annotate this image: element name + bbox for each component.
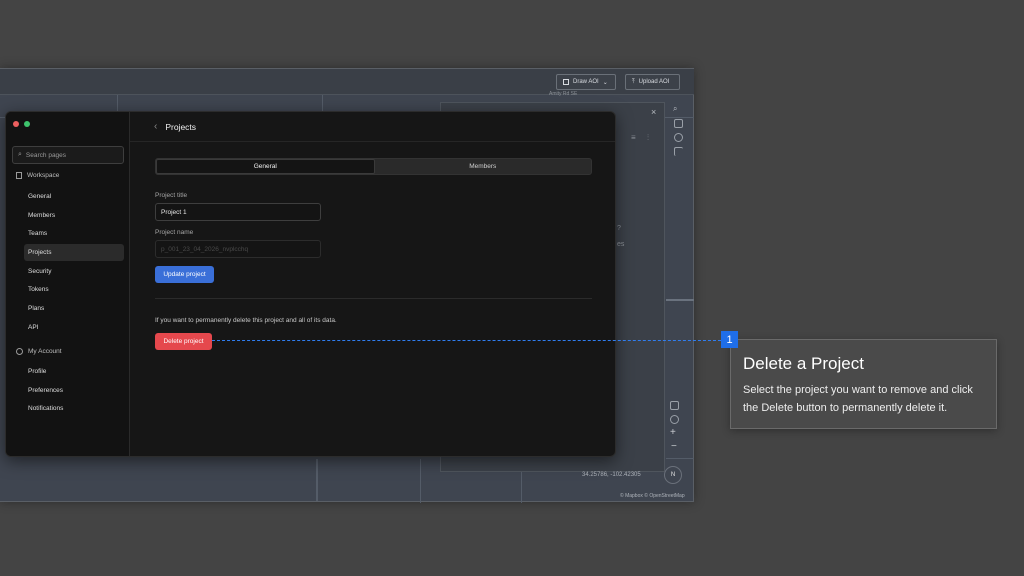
panel-ghost-text: es: [617, 241, 625, 248]
map-toolbar: Draw AOI ⌄ ⤒ Upload AOI: [0, 69, 694, 95]
draw-aoi-label: Draw AOI: [573, 79, 599, 85]
sidebar-item-projects[interactable]: Projects: [24, 244, 124, 261]
tab-general[interactable]: General: [156, 159, 375, 174]
draw-aoi-button[interactable]: Draw AOI ⌄: [556, 74, 616, 90]
delete-project-button[interactable]: Delete project: [155, 333, 212, 350]
filter-icon[interactable]: ≡: [631, 133, 636, 142]
sidebar: ⌕ Search pages Workspace General Members…: [6, 112, 130, 456]
user-circle-icon: [16, 348, 23, 355]
upload-aoi-button[interactable]: ⤒ Upload AOI: [625, 74, 680, 90]
sidebar-item-teams[interactable]: Teams: [24, 225, 124, 242]
layers-icon[interactable]: [674, 133, 683, 142]
project-title-label: Project title: [155, 192, 188, 199]
main-content: ‹ Projects General Members Project title…: [130, 112, 615, 456]
map-road: [666, 458, 694, 459]
search-placeholder: Search pages: [25, 151, 67, 159]
map-coordinates: 34.25786, -102.42305: [582, 472, 641, 478]
tab-members[interactable]: Members: [375, 159, 592, 174]
sidebar-item-preferences[interactable]: Preferences: [24, 382, 124, 399]
sidebar-item-members[interactable]: Members: [24, 207, 124, 224]
ruler-icon[interactable]: [674, 147, 683, 156]
compass-icon[interactable]: N: [664, 466, 682, 484]
search-input[interactable]: ⌕ Search pages: [12, 146, 124, 164]
maximize-window-dot[interactable]: [24, 121, 30, 127]
page-title: Projects: [165, 121, 197, 132]
upload-icon: ⤒: [632, 78, 635, 85]
image-icon[interactable]: [674, 119, 683, 128]
locate-icon[interactable]: [670, 415, 679, 424]
map-place-label: Amity Rd SE: [549, 91, 578, 97]
camera-icon[interactable]: [670, 401, 679, 410]
close-icon[interactable]: ×: [651, 107, 656, 117]
draw-icon: [563, 79, 569, 85]
building-icon: [16, 172, 22, 179]
upload-aoi-label: Upload AOI: [638, 79, 670, 85]
update-project-button[interactable]: Update project: [155, 266, 214, 283]
map-road: [316, 459, 318, 501]
sidebar-item-api[interactable]: API: [24, 319, 124, 336]
chevron-down-icon: ⌄: [602, 79, 608, 86]
map-road: [420, 459, 421, 503]
sliders-icon[interactable]: ⫶: [647, 133, 649, 143]
zoom-in-icon[interactable]: +: [670, 427, 676, 438]
tab-bar: General Members: [155, 158, 592, 175]
page-header: ‹ Projects: [130, 112, 615, 142]
search-icon[interactable]: ⌕: [673, 104, 677, 114]
tutorial-callout: Delete a Project Select the project you …: [730, 339, 997, 429]
sidebar-item-security[interactable]: Security: [24, 263, 124, 280]
workspace-section: Workspace: [16, 172, 59, 179]
project-name-label: Project name: [155, 229, 194, 236]
delete-note: If you want to permanently delete this p…: [155, 317, 337, 324]
step-badge: 1: [721, 331, 738, 348]
callout-connector: [212, 340, 721, 341]
zoom-out-icon[interactable]: −: [671, 441, 677, 452]
map-attribution[interactable]: © Mapbox © OpenStreetMap: [620, 493, 685, 499]
panel-ghost-text: ?: [617, 225, 621, 232]
search-icon: ⌕: [18, 151, 22, 158]
sidebar-item-plans[interactable]: Plans: [24, 300, 124, 317]
map-road: [666, 299, 694, 301]
sidebar-item-general[interactable]: General: [24, 188, 124, 205]
settings-dialog: ⌕ Search pages Workspace General Members…: [5, 111, 616, 457]
section-divider: [155, 298, 592, 299]
callout-body: Select the project you want to remove an…: [743, 384, 973, 414]
project-title-input[interactable]: [155, 203, 321, 221]
account-section: My Account: [16, 348, 62, 355]
back-chevron-icon[interactable]: ‹: [154, 121, 157, 132]
workspace-label: Workspace: [27, 172, 60, 179]
sidebar-item-tokens[interactable]: Tokens: [24, 281, 124, 298]
account-label: My Account: [28, 348, 62, 355]
sidebar-item-profile[interactable]: Profile: [24, 363, 124, 380]
sidebar-item-notifications[interactable]: Notifications: [24, 400, 124, 417]
close-window-dot[interactable]: [13, 121, 19, 127]
callout-title: Delete a Project: [743, 354, 864, 373]
project-name-input: [155, 240, 321, 258]
